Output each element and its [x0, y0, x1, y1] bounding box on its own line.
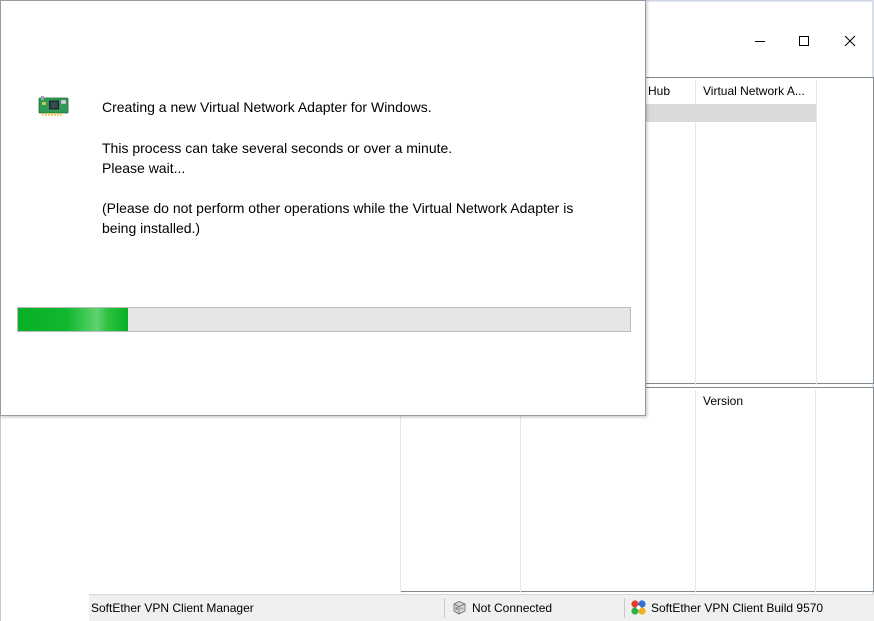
status-divider: [444, 598, 445, 618]
status-app-name: SoftEther VPN Client Manager: [91, 601, 254, 615]
network-card-icon: [38, 96, 69, 116]
minimize-icon: [755, 41, 765, 42]
status-connection: Not Connected: [472, 601, 553, 615]
close-icon: [844, 35, 856, 47]
status-bar: SoftEther VPN Client Manager Not Connect…: [89, 594, 874, 621]
status-build-info: SoftEther VPN Client Build 9570: [651, 601, 824, 615]
connection-settings-list[interactable]: Hub Virtual Network A...: [640, 77, 874, 385]
virtual-adapter-list[interactable]: Version: [400, 387, 874, 593]
column-header-hub[interactable]: Hub: [640, 80, 695, 103]
column-divider: [695, 390, 696, 593]
close-button[interactable]: [827, 22, 873, 60]
selected-list-row[interactable]: [640, 104, 816, 122]
maximize-button[interactable]: [781, 22, 827, 60]
column-header-version[interactable]: Version: [695, 390, 815, 413]
status-divider: [624, 598, 625, 618]
column-divider: [695, 80, 696, 385]
progress-bar-fill: [18, 308, 129, 331]
maximize-icon: [799, 36, 809, 46]
dialog-message-warning: (Please do not perform other operations …: [102, 200, 574, 216]
dialog-message-duration: This process can take several seconds or…: [102, 140, 453, 156]
dialog-message-title: Creating a new Virtual Network Adapter f…: [102, 99, 432, 115]
install-progress-bar: [17, 307, 631, 332]
creating-adapter-dialog: Creating a new Virtual Network Adapter f…: [0, 0, 646, 416]
dialog-message-wait: Please wait...: [102, 160, 186, 176]
softether-logo-icon: [631, 600, 646, 615]
minimize-button[interactable]: [737, 22, 783, 60]
column-divider: [816, 80, 817, 385]
column-divider: [400, 390, 401, 593]
network-disconnected-icon: [453, 601, 466, 615]
desktop-stage: Hub Virtual Network A... Version SoftEth…: [0, 0, 874, 621]
dialog-message-warning-cont: being installed.): [102, 220, 201, 236]
column-divider: [520, 390, 521, 593]
column-divider: [815, 390, 816, 593]
column-header-virtual-network-adapter[interactable]: Virtual Network A...: [695, 80, 816, 103]
